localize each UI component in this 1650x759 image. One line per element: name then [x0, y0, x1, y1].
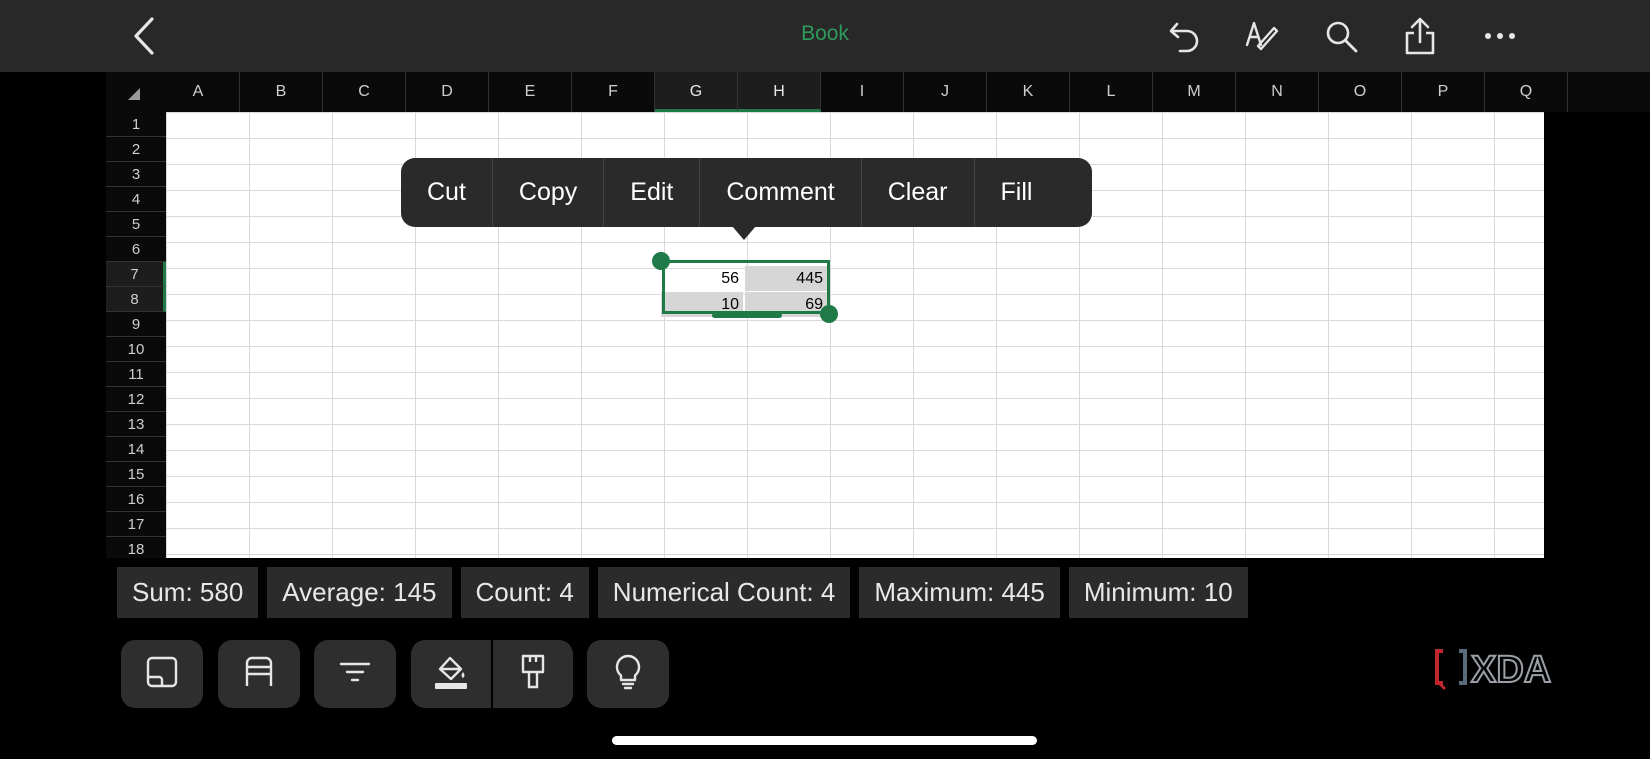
context-menu-pointer — [732, 226, 756, 240]
column-header-i[interactable]: I — [821, 72, 904, 112]
format-painter-icon — [518, 653, 548, 696]
row-header-17[interactable]: 17 — [106, 512, 166, 537]
column-header-l[interactable]: L — [1070, 72, 1153, 112]
row-header-11[interactable]: 11 — [106, 362, 166, 387]
menu-item-clear[interactable]: Clear — [862, 158, 975, 227]
table-icon — [242, 655, 276, 694]
column-header-e[interactable]: E — [489, 72, 572, 112]
column-header-n[interactable]: N — [1236, 72, 1319, 112]
column-header-q[interactable]: Q — [1485, 72, 1568, 112]
table-button[interactable] — [218, 640, 300, 708]
sum-stat[interactable]: Sum: 580 — [117, 567, 259, 618]
menu-item-comment[interactable]: Comment — [700, 158, 862, 227]
filter-icon — [338, 660, 372, 689]
fill-color-button[interactable] — [411, 640, 491, 708]
column-header-o[interactable]: O — [1319, 72, 1402, 112]
row-header-14[interactable]: 14 — [106, 437, 166, 462]
panel-toggle-button[interactable] — [121, 640, 203, 708]
column-header-m[interactable]: M — [1153, 72, 1236, 112]
column-header-b[interactable]: B — [240, 72, 323, 112]
row-header-2[interactable]: 2 — [106, 137, 166, 162]
draw-icon[interactable] — [1240, 14, 1284, 58]
panel-toggle-icon — [145, 655, 179, 694]
menu-item-fill[interactable]: Fill — [975, 158, 1059, 227]
xda-watermark-logo: XDA — [1433, 645, 1587, 693]
selection-range — [662, 260, 830, 314]
column-header-h[interactable]: H — [738, 72, 821, 112]
row-header-12[interactable]: 12 — [106, 387, 166, 412]
row-header-6[interactable]: 6 — [106, 237, 166, 262]
row-header-18[interactable]: 18 — [106, 537, 166, 558]
filter-button[interactable] — [314, 640, 396, 708]
selection-fill-handle[interactable] — [712, 313, 782, 318]
format-painter-button[interactable] — [493, 640, 573, 708]
column-header-d[interactable]: D — [406, 72, 489, 112]
maximum-stat[interactable]: Maximum: 445 — [859, 567, 1060, 618]
svg-text:XDA: XDA — [1471, 649, 1551, 691]
menu-item-copy[interactable]: Copy — [493, 158, 605, 227]
column-header-p[interactable]: P — [1402, 72, 1485, 112]
row-header-5[interactable]: 5 — [106, 212, 166, 237]
undo-icon[interactable] — [1163, 14, 1207, 58]
column-header-k[interactable]: K — [987, 72, 1070, 112]
selection-handle-start[interactable] — [652, 252, 670, 270]
column-header-c[interactable]: C — [323, 72, 406, 112]
count-stat[interactable]: Count: 4 — [460, 567, 589, 618]
lightbulb-icon — [613, 653, 643, 696]
average-stat[interactable]: Average: 145 — [267, 567, 452, 618]
fill-color-icon — [432, 653, 470, 696]
row-header-16[interactable]: 16 — [106, 487, 166, 512]
column-header-a[interactable]: A — [157, 72, 240, 112]
status-bar: Sum: 580 Average: 145 Count: 4 Numerical… — [117, 567, 1248, 618]
share-icon[interactable] — [1398, 14, 1442, 58]
spreadsheet-grid: ABCDEFGHIJKLMNOPQ 1 2 3 4 5 6 7 8 9 10 11 12 13 14 15 1… — [106, 72, 1650, 558]
column-header-bar: ABCDEFGHIJKLMNOPQ — [106, 72, 1650, 112]
row-header-4[interactable]: 4 — [106, 187, 166, 212]
more-icon[interactable] — [1478, 14, 1522, 58]
row-header-9[interactable]: 9 — [106, 312, 166, 337]
row-header-3[interactable]: 3 — [106, 162, 166, 187]
context-menu: Cut Copy Edit Comment Clear Fill — [401, 158, 1092, 227]
home-indicator — [612, 736, 1037, 745]
minimum-stat[interactable]: Minimum: 10 — [1068, 567, 1248, 618]
menu-item-cut[interactable]: Cut — [401, 158, 493, 227]
search-icon[interactable] — [1319, 14, 1363, 58]
selection-handle-end[interactable] — [820, 305, 838, 323]
numerical-count-stat[interactable]: Numerical Count: 4 — [597, 567, 851, 618]
column-header-j[interactable]: J — [904, 72, 987, 112]
column-header-f[interactable]: F — [572, 72, 655, 112]
row-header-8[interactable]: 8 — [106, 287, 166, 312]
row-header-15[interactable]: 15 — [106, 462, 166, 487]
top-toolbar: Book — [0, 0, 1650, 72]
column-header-g[interactable]: G — [655, 72, 738, 112]
row-header-1[interactable]: 1 — [106, 112, 166, 137]
menu-item-edit[interactable]: Edit — [604, 158, 701, 227]
row-header-13[interactable]: 13 — [106, 412, 166, 437]
row-header-7[interactable]: 7 — [106, 262, 166, 287]
row-header-10[interactable]: 10 — [106, 337, 166, 362]
ideas-button[interactable] — [587, 640, 669, 708]
row-header-bar: 1 2 3 4 5 6 7 8 9 10 11 12 13 14 15 16 17 18 — [106, 112, 166, 558]
